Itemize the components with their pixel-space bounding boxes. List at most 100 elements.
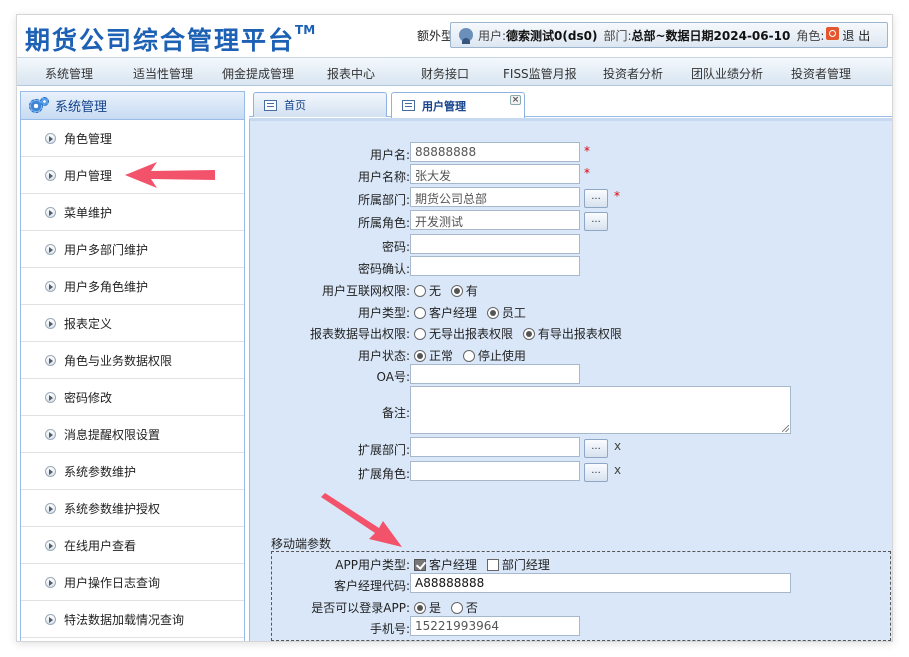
nav-item-reports[interactable]: 报表中心 <box>327 65 375 82</box>
arrow-right-icon <box>45 280 56 292</box>
tab-bar: 首页 用户管理 × <box>249 91 892 118</box>
label-role: 所属角色: <box>357 216 410 230</box>
nav-item-fiss[interactable]: FISS监管月报 <box>503 65 577 82</box>
user-value: 德索测试0(ds0) <box>506 28 598 43</box>
status-option-disabled[interactable]: 停止使用 <box>462 349 526 363</box>
radio-checked-icon <box>414 350 426 362</box>
internet-radio-group: 无 有 <box>414 282 484 299</box>
arrow-right-icon <box>45 243 56 255</box>
label-dept: 所属部门: <box>357 193 410 207</box>
label-remark: 备注: <box>381 406 410 420</box>
checkbox-checked-icon <box>414 559 426 571</box>
page-icon <box>264 99 277 111</box>
internet-option-yes[interactable]: 有 <box>450 284 478 298</box>
ext-role-picker-button[interactable]: ... <box>584 463 608 482</box>
sidebar-item-menu-maintenance[interactable]: 菜单维护 <box>21 194 244 231</box>
logout-button[interactable]: 退 出 <box>824 26 870 44</box>
export-option-yes[interactable]: 有导出报表权限 <box>522 327 622 341</box>
annotation-arrow-mobile-params <box>321 493 402 547</box>
arrow-right-icon <box>45 428 56 440</box>
phone-input[interactable]: 15221993964 <box>410 616 580 636</box>
dept-value: 总部~数据日期2024-06-10 <box>631 28 791 43</box>
arrow-right-icon <box>45 169 56 181</box>
sidebar-item-user-multi-dept[interactable]: 用户多部门维护 <box>21 231 244 268</box>
top-nav: 系统管理 适当性管理 佣金提成管理 报表中心 财务接口 FISS监管月报 投资者… <box>17 57 892 86</box>
dept-input[interactable]: 期货公司总部 <box>410 187 580 207</box>
ext-role-clear[interactable]: x <box>614 463 621 477</box>
label-fullname: 用户名称: <box>357 170 410 184</box>
dept-picker-button[interactable]: ... <box>584 189 608 208</box>
quota-text: 额外型 <box>417 29 454 43</box>
sidebar-item-user-multi-role[interactable]: 用户多角色维护 <box>21 268 244 305</box>
annotation-arrow-user-management <box>125 162 215 188</box>
sidebar-item-role-data-permission[interactable]: 角色与业务数据权限 <box>21 342 244 379</box>
role-picker-button[interactable]: ... <box>584 212 608 231</box>
status-option-normal[interactable]: 正常 <box>414 349 453 363</box>
radio-checked-icon <box>450 285 463 297</box>
arrow-right-icon <box>45 502 56 514</box>
header: 期货公司综合管理平台TM 额外型 用户: 德索测试0(ds0) 部门: 总部~数… <box>17 15 892 57</box>
status-radio-group: 正常 停止使用 <box>414 347 532 364</box>
label-internet: 用户互联网权限: <box>321 284 410 298</box>
sidebar-item-role-management[interactable]: 角色管理 <box>21 120 244 157</box>
nav-item-investor-analysis[interactable]: 投资者分析 <box>603 65 663 82</box>
app-type-option-dept-manager[interactable]: 部门经理 <box>486 558 550 572</box>
app-type-option-manager[interactable]: 客户经理 <box>414 558 477 572</box>
arrow-right-icon <box>45 391 56 403</box>
app-logo: 期货公司综合管理平台TM <box>25 22 316 55</box>
can-login-option-yes[interactable]: 是 <box>414 601 441 615</box>
tab-home[interactable]: 首页 <box>253 92 387 117</box>
ext-dept-clear[interactable]: x <box>614 439 621 453</box>
arrow-right-icon <box>45 354 56 366</box>
power-icon <box>826 26 840 40</box>
sidebar-header[interactable]: 系统管理 <box>21 92 244 120</box>
password-input[interactable] <box>410 234 580 254</box>
nav-item-suitability[interactable]: 适当性管理 <box>133 65 193 82</box>
user-icon <box>459 28 473 44</box>
label-status: 用户状态: <box>357 349 410 363</box>
nav-item-system[interactable]: 系统管理 <box>45 65 93 82</box>
nav-item-team-performance[interactable]: 团队业绩分析 <box>691 65 763 82</box>
username-input[interactable]: 88888888 <box>410 142 580 162</box>
internet-option-no[interactable]: 无 <box>414 284 441 298</box>
oa-input[interactable] <box>410 364 580 384</box>
manager-code-input[interactable]: A88888888 <box>410 573 791 593</box>
export-option-no[interactable]: 无导出报表权限 <box>414 327 513 341</box>
user-form: 用户名: 88888888 * 用户名称: 张大发 * 所属部门: 期货公司总部… <box>249 118 892 641</box>
fullname-input[interactable]: 张大发 <box>410 164 580 184</box>
sidebar-item-system-params[interactable]: 系统参数维护 <box>21 453 244 490</box>
password-confirm-input[interactable] <box>410 256 580 276</box>
resize-grip-icon[interactable] <box>782 425 789 432</box>
label-manager-code: 客户经理代码: <box>333 579 410 593</box>
ext-role-input[interactable] <box>410 461 580 481</box>
export-radio-group: 无导出报表权限 有导出报表权限 <box>414 325 628 342</box>
role-input[interactable]: 开发测试 <box>410 210 580 230</box>
radio-icon <box>462 350 475 362</box>
checkbox-icon <box>486 559 499 571</box>
user-label: 用户: <box>478 28 507 43</box>
sidebar-item-message-permission[interactable]: 消息提醒权限设置 <box>21 416 244 453</box>
close-icon[interactable]: × <box>510 95 521 105</box>
tab-user-management[interactable]: 用户管理 × <box>391 92 525 118</box>
sidebar-title: 系统管理 <box>55 100 108 115</box>
nav-item-commission[interactable]: 佣金提成管理 <box>222 65 294 82</box>
remark-textarea[interactable] <box>410 386 791 434</box>
ext-dept-picker-button[interactable]: ... <box>584 439 608 458</box>
user-type-option-staff[interactable]: 员工 <box>486 306 526 320</box>
sidebar-item-operation-log[interactable]: 用户操作日志查询 <box>21 564 244 601</box>
app-window: 期货公司综合管理平台TM 额外型 用户: 德索测试0(ds0) 部门: 总部~数… <box>16 14 893 642</box>
required-mark: * <box>584 166 590 180</box>
arrow-right-icon <box>45 206 56 218</box>
user-type-option-manager[interactable]: 客户经理 <box>414 306 477 320</box>
nav-item-investor-management[interactable]: 投资者管理 <box>791 65 851 82</box>
radio-checked-icon <box>486 307 499 319</box>
ext-dept-input[interactable] <box>410 437 580 457</box>
sidebar-item-password-change[interactable]: 密码修改 <box>21 379 244 416</box>
nav-item-finance[interactable]: 财务接口 <box>421 65 469 82</box>
can-login-option-no[interactable]: 否 <box>450 601 478 615</box>
label-ext-dept: 扩展部门: <box>357 443 410 457</box>
sidebar-item-data-load-status[interactable]: 特法数据加载情况查询 <box>21 601 244 638</box>
sidebar-item-report-definition[interactable]: 报表定义 <box>21 305 244 342</box>
sidebar-item-online-users[interactable]: 在线用户查看 <box>21 527 244 564</box>
sidebar-item-system-params-auth[interactable]: 系统参数维护授权 <box>21 490 244 527</box>
